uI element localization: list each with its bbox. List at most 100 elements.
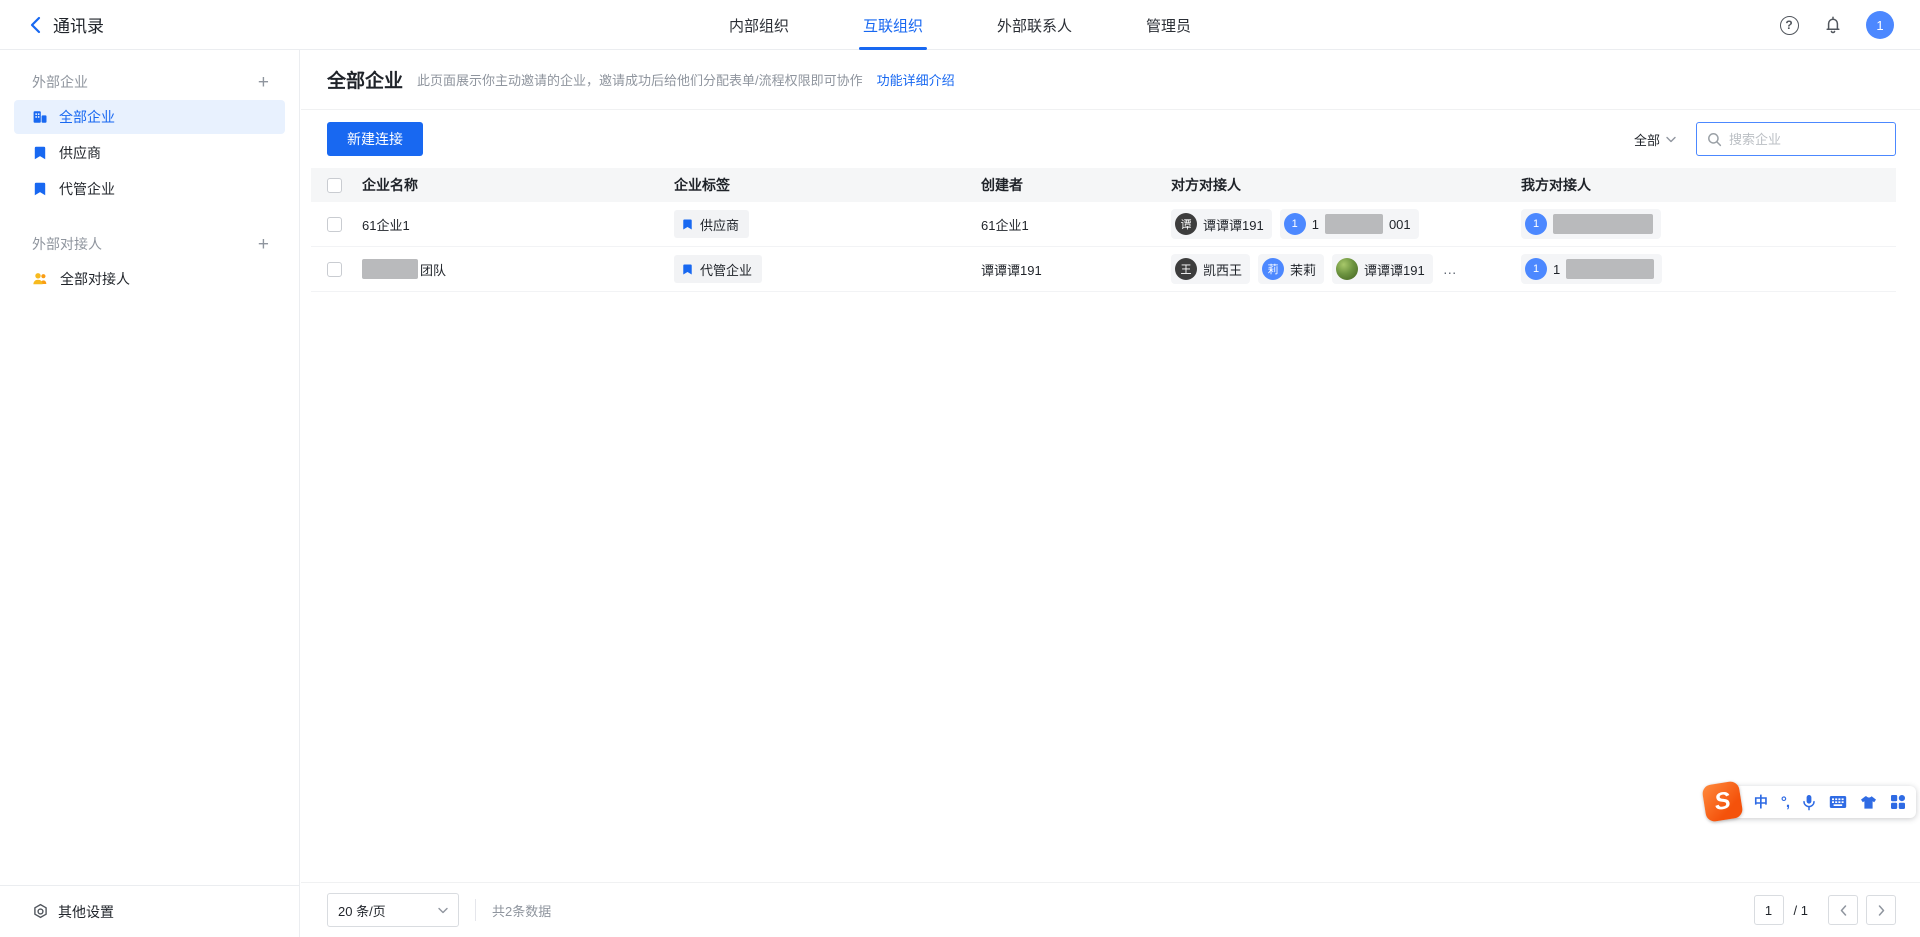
contact-chip[interactable]: 谭 谭谭谭191 (1171, 209, 1272, 239)
bookmark-icon (32, 145, 48, 161)
section-title: 外部对接人 (32, 234, 102, 254)
company-tag-badge: 代管企业 (674, 255, 762, 283)
contact-chip[interactable]: 谭谭谭191 (1332, 254, 1433, 284)
tab-external-contacts[interactable]: 外部联系人 (997, 0, 1072, 50)
sidebar-item-all-companies[interactable]: 全部企业 (14, 100, 285, 134)
contact-name: 谭谭谭191 (1203, 215, 1264, 234)
avatar: 1 (1525, 258, 1547, 280)
bell-icon-glyph (1823, 15, 1843, 35)
sidebar-footer-label: 其他设置 (58, 902, 114, 922)
table-row[interactable]: 61企业1 供应商 61企业1 谭 谭谭谭191 1 1 (311, 202, 1896, 247)
add-contact-icon[interactable]: + (258, 235, 269, 254)
page-total-text: / 1 (1794, 903, 1808, 918)
table-footer: 20 条/页 共2条数据 / 1 (301, 882, 1920, 937)
ime-punctuation-icon[interactable]: °, (1781, 794, 1789, 811)
sidebar-item-all-contacts[interactable]: 全部对接人 (14, 262, 285, 296)
help-icon[interactable]: ? (1778, 14, 1800, 36)
column-header-company-tag: 企业标签 (674, 175, 981, 195)
filter-label: 全部 (1634, 130, 1660, 149)
search-icon (1707, 132, 1722, 147)
ime-toolbox-icon[interactable] (1890, 794, 1906, 810)
user-avatar[interactable]: 1 (1866, 11, 1894, 39)
page-header: 全部企业 此页面展示你主动邀请的企业，邀请成功后给他们分配表单/流程权限即可协作… (301, 50, 1920, 110)
sidebar-item-suppliers[interactable]: 供应商 (14, 136, 285, 170)
next-page-button[interactable] (1866, 895, 1896, 925)
table-row[interactable]: 团队 代管企业 谭谭谭191 王 凯西王 莉 (311, 247, 1896, 292)
contact-chip[interactable]: 1 1 (1521, 254, 1662, 284)
chevron-left-icon (30, 16, 41, 34)
contact-name: 谭谭谭191 (1364, 260, 1425, 279)
redacted-text (1325, 214, 1383, 234)
page-size-value: 20 条/页 (338, 901, 386, 920)
redacted-text (1566, 259, 1654, 279)
search-box (1696, 122, 1896, 156)
row-checkbox[interactable] (327, 262, 342, 277)
their-contacts-cell: 王 凯西王 莉 茉莉 谭谭谭191 … (1171, 254, 1521, 284)
total-count-text: 共2条数据 (492, 901, 551, 920)
chevron-left-icon (1840, 905, 1847, 916)
contacts-overflow-ellipsis: … (1443, 261, 1458, 277)
creator-cell: 谭谭谭191 (981, 260, 1171, 279)
divider (475, 899, 476, 921)
back-button[interactable]: 通讯录 (30, 12, 104, 37)
page-subtitle: 此页面展示你主动邀请的企业，邀请成功后给他们分配表单/流程权限即可协作 (417, 70, 863, 89)
contact-chip[interactable]: 1 (1521, 209, 1661, 239)
filter-dropdown[interactable]: 全部 (1634, 130, 1676, 149)
sidebar-item-label: 全部企业 (59, 107, 115, 127)
column-header-their-contact: 对方对接人 (1171, 175, 1521, 195)
page-size-select[interactable]: 20 条/页 (327, 893, 459, 927)
contact-chip[interactable]: 莉 茉莉 (1258, 254, 1324, 284)
contact-name: 茉莉 (1290, 260, 1316, 279)
section-title: 外部企业 (32, 72, 88, 92)
bookmark-icon (32, 181, 48, 197)
ime-keyboard-icon[interactable] (1829, 795, 1847, 809)
add-company-icon[interactable]: + (258, 73, 269, 92)
my-contacts-cell: 1 (1521, 209, 1896, 239)
my-contacts-cell: 1 1 (1521, 254, 1896, 284)
feature-detail-link[interactable]: 功能详细介绍 (877, 70, 955, 89)
column-header-my-contact: 我方对接人 (1521, 175, 1896, 195)
select-all-checkbox[interactable] (327, 178, 342, 193)
bookmark-icon (681, 263, 694, 276)
companies-table: 企业名称 企业标签 创建者 对方对接人 我方对接人 61企业1 供应商 61企业… (311, 168, 1896, 292)
people-icon (32, 271, 49, 287)
search-input[interactable] (1729, 132, 1885, 147)
main-content: 全部企业 此页面展示你主动邀请的企业，邀请成功后给他们分配表单/流程权限即可协作… (301, 50, 1920, 937)
tab-internal-org[interactable]: 内部组织 (729, 0, 789, 50)
row-checkbox[interactable] (327, 217, 342, 232)
ime-logo-icon[interactable]: S (1701, 780, 1743, 822)
sidebar-section-external-company: 外部企业 + 全部企业 供应商 (0, 72, 299, 212)
bookmark-icon (681, 218, 694, 231)
tab-connected-org[interactable]: 互联组织 (863, 0, 923, 50)
ime-language-mode[interactable]: 中 (1754, 792, 1768, 812)
avatar: 1 (1525, 213, 1547, 235)
chevron-down-icon (438, 907, 448, 914)
sidebar-item-label: 全部对接人 (60, 269, 130, 289)
prev-page-button[interactable] (1828, 895, 1858, 925)
top-bar: 通讯录 内部组织 互联组织 外部联系人 管理员 ? 1 (0, 0, 1920, 50)
bell-icon[interactable] (1822, 14, 1844, 36)
topbar-actions: ? 1 (1778, 0, 1894, 50)
contact-chip[interactable]: 1 1 001 (1280, 209, 1419, 239)
avatar: 莉 (1262, 258, 1284, 280)
tab-admin[interactable]: 管理员 (1146, 0, 1191, 50)
table-header-row: 企业名称 企业标签 创建者 对方对接人 我方对接人 (311, 168, 1896, 202)
ime-microphone-icon[interactable] (1802, 794, 1816, 811)
new-connection-button[interactable]: 新建连接 (327, 122, 423, 156)
sidebar-item-label: 供应商 (59, 143, 101, 163)
sidebar-item-other-settings[interactable]: 其他设置 (0, 885, 299, 937)
app-window: 通讯录 内部组织 互联组织 外部联系人 管理员 ? 1 (0, 0, 1920, 937)
company-tag-badge: 供应商 (674, 210, 749, 238)
ime-toolbar: S 中 °, (1710, 786, 1916, 818)
contact-chip[interactable]: 王 凯西王 (1171, 254, 1250, 284)
avatar: 谭 (1175, 213, 1197, 235)
contact-name-prefix: 1 (1553, 262, 1560, 277)
chevron-down-icon (1666, 136, 1676, 143)
settings-icon (32, 903, 49, 920)
ime-skin-icon[interactable] (1860, 795, 1877, 810)
their-contacts-cell: 谭 谭谭谭191 1 1 001 (1171, 209, 1521, 239)
avatar: 1 (1284, 213, 1306, 235)
main-tabs: 内部组织 互联组织 外部联系人 管理员 (729, 0, 1191, 50)
sidebar-item-managed-companies[interactable]: 代管企业 (14, 172, 285, 206)
page-number-input[interactable] (1754, 895, 1784, 925)
